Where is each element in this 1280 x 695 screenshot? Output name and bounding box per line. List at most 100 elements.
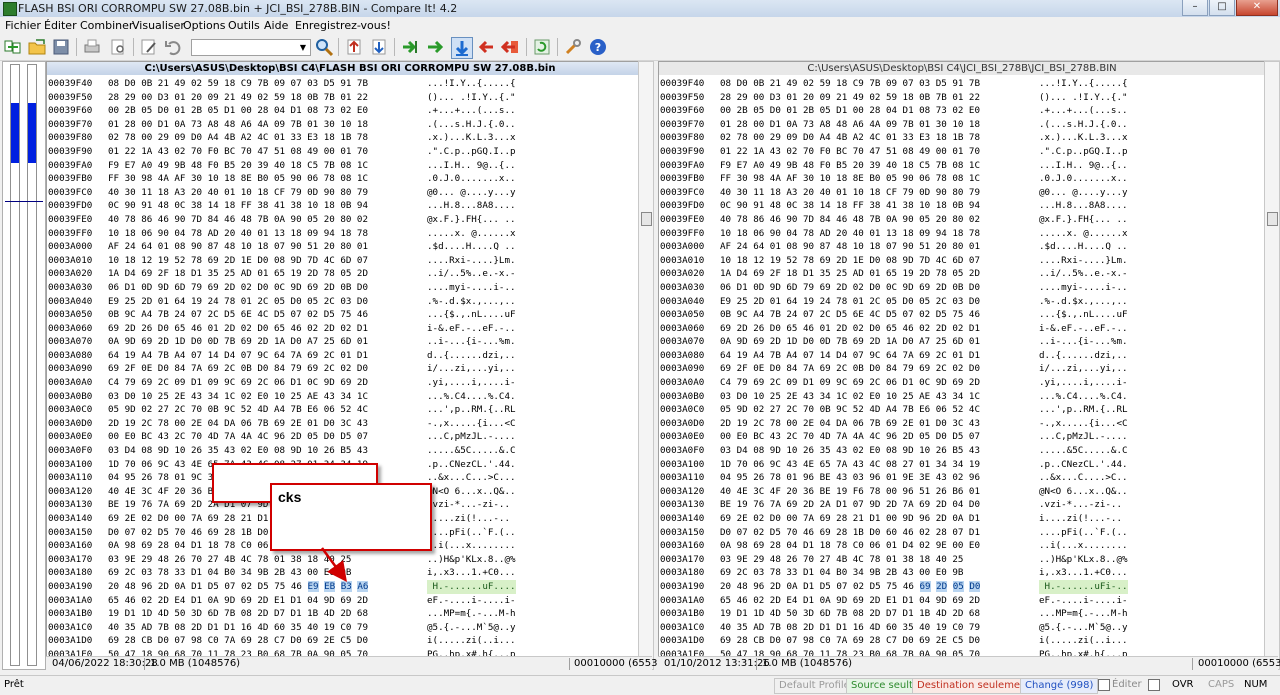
hex-row[interactable]: 0003A080 64 19 A4 7B A4 07 14 D4 07 9C 64… bbox=[47, 349, 653, 363]
hex-row[interactable]: 0003A150 D0 07 02 D5 70 46 69 28 1B D0 60… bbox=[659, 526, 1265, 540]
hex-row[interactable]: 0003A010 10 18 12 19 52 78 69 2D 1E D0 08… bbox=[47, 254, 653, 268]
hex-row[interactable]: 00039FF0 10 18 06 90 04 78 AD 20 40 01 13… bbox=[659, 227, 1265, 241]
hex-row[interactable]: 0003A190 20 48 96 2D 0A D1 D5 07 02 D5 75… bbox=[659, 579, 1265, 594]
hex-row[interactable]: 00039F70 01 28 00 D1 0A 73 A8 48 A6 4A 09… bbox=[47, 118, 653, 132]
hex-row[interactable]: 0003A090 69 2F 0E D0 84 7A 69 2C 0B D0 84… bbox=[47, 362, 653, 376]
undo-icon[interactable] bbox=[163, 37, 183, 57]
right-vertical-scrollbar[interactable] bbox=[1264, 61, 1280, 670]
edit-checkbox[interactable] bbox=[1098, 679, 1110, 691]
hex-row[interactable]: 0003A0C0 05 9D 02 27 2C 70 0B 9C 52 4D A4… bbox=[47, 403, 653, 417]
left-scroll-thumb[interactable] bbox=[641, 212, 652, 226]
hex-row[interactable]: 0003A000 AF 24 64 01 08 90 87 48 10 18 07… bbox=[47, 240, 653, 254]
hex-row[interactable]: 0003A0D0 2D 19 2C 78 00 2E 04 DA 06 7B 69… bbox=[47, 417, 653, 431]
diff-overview[interactable] bbox=[2, 61, 46, 670]
hex-row[interactable]: 00039FA0 F9 E7 A0 49 9B 48 F0 B5 20 39 40… bbox=[659, 159, 1265, 173]
tools-icon[interactable] bbox=[563, 37, 583, 57]
hex-row[interactable]: 0003A0B0 03 D0 10 25 2E 43 34 1C 02 E0 10… bbox=[47, 390, 653, 404]
menu-visualiser[interactable]: Visualiser bbox=[132, 19, 185, 32]
hex-row[interactable]: 0003A190 20 48 96 2D 0A D1 D5 07 02 D5 75… bbox=[47, 579, 653, 594]
hex-row[interactable]: 0003A0B0 03 D0 10 25 2E 43 34 1C 02 E0 10… bbox=[659, 390, 1265, 404]
help-icon[interactable]: ? bbox=[588, 37, 608, 57]
hex-row[interactable]: 0003A0E0 00 E0 BC 43 2C 70 4D 7A 4A 4C 96… bbox=[659, 430, 1265, 444]
hex-row[interactable]: 0003A170 03 9E 29 48 26 70 27 4B 4C 78 01… bbox=[47, 553, 653, 567]
hex-row[interactable]: 00039F40 08 D0 0B 21 49 02 59 18 C9 7B 09… bbox=[659, 77, 1265, 91]
hex-row[interactable]: 00039F40 08 D0 0B 21 49 02 59 18 C9 7B 09… bbox=[47, 77, 653, 91]
hex-row[interactable]: 0003A010 10 18 12 19 52 78 69 2D 1E D0 08… bbox=[659, 254, 1265, 268]
hex-row[interactable]: 00039FC0 40 30 11 18 A3 20 40 01 10 18 CF… bbox=[659, 186, 1265, 200]
hex-row[interactable]: 00039F80 02 78 00 29 09 D0 A4 4B A2 4C 01… bbox=[47, 131, 653, 145]
hex-row[interactable]: 0003A110 04 95 26 78 01 96 BE 43 03 96 01… bbox=[659, 471, 1265, 485]
hex-row[interactable]: 0003A0D0 2D 19 2C 78 00 2E 04 DA 06 7B 69… bbox=[659, 417, 1265, 431]
prev-diff-icon[interactable] bbox=[400, 37, 420, 57]
hex-row[interactable]: 0003A1B0 19 D1 1D 4D 50 3D 6D 7B 08 2D D7… bbox=[47, 607, 653, 621]
menu-combiner[interactable]: Combiner bbox=[80, 19, 133, 32]
hex-row[interactable]: 0003A0F0 03 D4 08 9D 10 26 35 43 02 E0 08… bbox=[47, 444, 653, 458]
menu-options[interactable]: Options bbox=[183, 19, 225, 32]
minimize-button[interactable]: – bbox=[1182, 0, 1208, 16]
close-button[interactable]: ✕ bbox=[1236, 0, 1278, 16]
hex-row[interactable]: 00039F50 28 29 00 D3 01 20 09 21 49 02 59… bbox=[659, 91, 1265, 105]
hex-row[interactable]: 0003A100 1D 70 06 9C 43 4E 65 7A 43 4C 08… bbox=[659, 458, 1265, 472]
hex-row[interactable]: 0003A0F0 03 D4 08 9D 10 26 35 43 02 E0 08… bbox=[659, 444, 1265, 458]
hex-row[interactable]: 0003A1D0 69 28 CB D0 07 98 C0 7A 69 28 C7… bbox=[659, 634, 1265, 648]
hex-row[interactable]: 0003A0A0 C4 79 69 2C 09 D1 09 9C 69 2C 06… bbox=[47, 376, 653, 390]
hex-row[interactable]: 00039FD0 0C 90 91 48 0C 38 14 18 FF 38 41… bbox=[47, 199, 653, 213]
next-diff-icon[interactable] bbox=[425, 37, 445, 57]
left-hex-pane[interactable]: C:\Users\ASUS\Desktop\BSI C4\FLASH BSI O… bbox=[46, 61, 654, 670]
hex-row[interactable]: 0003A1B0 19 D1 1D 4D 50 3D 6D 7B 08 2D D7… bbox=[659, 607, 1265, 621]
hex-row[interactable]: 0003A000 AF 24 64 01 08 90 87 48 10 18 07… bbox=[659, 240, 1265, 254]
hex-row[interactable]: 0003A130 BE 19 76 7A 69 2D 2A D1 07 9D 2D… bbox=[659, 498, 1265, 512]
hex-row[interactable]: 0003A180 69 2C 03 78 33 D1 04 B0 34 9B 2B… bbox=[659, 566, 1265, 580]
hex-row[interactable]: 0003A170 03 9E 29 48 26 70 27 4B 4C 78 01… bbox=[659, 553, 1265, 567]
hex-row[interactable]: 0003A020 1A D4 69 2F 18 D1 35 25 AD 01 65… bbox=[659, 267, 1265, 281]
hex-row[interactable]: 00039FA0 F9 E7 A0 49 9B 48 F0 B5 20 39 40… bbox=[47, 159, 653, 173]
save-icon[interactable] bbox=[51, 37, 71, 57]
hex-row[interactable]: 0003A0E0 00 E0 BC 43 2C 70 4D 7A 4A 4C 96… bbox=[47, 430, 653, 444]
hex-row[interactable]: 00039FE0 40 78 86 46 90 7D 84 46 48 7B 0A… bbox=[47, 213, 653, 227]
open-folder-icon[interactable] bbox=[27, 37, 47, 57]
hex-row[interactable]: 00039FE0 40 78 86 46 90 7D 84 46 48 7B 0A… bbox=[659, 213, 1265, 227]
chevron-down-icon[interactable]: ▼ bbox=[296, 40, 310, 55]
edit-icon[interactable] bbox=[139, 37, 159, 57]
hex-row[interactable]: 00039FD0 0C 90 91 48 0C 38 14 18 FF 38 41… bbox=[659, 199, 1265, 213]
hex-row[interactable]: 0003A060 69 2D 26 D0 65 46 01 2D 02 D0 65… bbox=[47, 322, 653, 336]
hex-row[interactable]: 00039F90 01 22 1A 43 02 70 F0 BC 70 47 51… bbox=[47, 145, 653, 159]
right-hex-pane[interactable]: C:\Users\ASUS\Desktop\BSI C4\JCI_BSI_278… bbox=[658, 61, 1266, 670]
hex-row[interactable]: 0003A160 0A 98 69 28 04 D1 18 78 C0 06 01… bbox=[659, 539, 1265, 553]
copy-to-right-icon[interactable] bbox=[501, 37, 521, 57]
menu-aide[interactable]: Aide bbox=[264, 19, 288, 32]
maximize-button[interactable]: □ bbox=[1209, 0, 1235, 16]
hex-row[interactable]: 0003A030 06 D1 0D 9D 6D 79 69 2D 02 D0 0C… bbox=[47, 281, 653, 295]
ovr-checkbox[interactable] bbox=[1148, 679, 1160, 691]
hex-row[interactable]: 0003A040 E9 25 2D 01 64 19 24 78 01 2C 05… bbox=[47, 295, 653, 309]
hex-row[interactable]: 0003A090 69 2F 0E D0 84 7A 69 2C 0B D0 84… bbox=[659, 362, 1265, 376]
hex-row[interactable]: 00039F50 28 29 00 D3 01 20 09 21 49 02 59… bbox=[47, 91, 653, 105]
menu-outils[interactable]: Outils bbox=[228, 19, 260, 32]
hex-row[interactable]: 0003A1A0 65 46 02 2D E4 D1 0A 9D 69 2D E1… bbox=[47, 594, 653, 608]
hex-row[interactable]: 0003A030 06 D1 0D 9D 6D 79 69 2D 02 D0 0C… bbox=[659, 281, 1265, 295]
copy-to-left-icon[interactable] bbox=[476, 37, 496, 57]
left-vertical-scrollbar[interactable] bbox=[638, 61, 654, 670]
print-icon[interactable] bbox=[82, 37, 102, 57]
hex-row[interactable]: 0003A060 69 2D 26 D0 65 46 01 2D 02 D0 65… bbox=[659, 322, 1265, 336]
hex-row[interactable]: 00039FB0 FF 30 98 4A AF 30 10 18 8E B0 05… bbox=[659, 172, 1265, 186]
hex-row[interactable]: 0003A1C0 40 35 AD 7B 08 2D D1 D1 16 4D 60… bbox=[659, 621, 1265, 635]
hex-row[interactable]: 00039FB0 FF 30 98 4A AF 30 10 18 8E B0 05… bbox=[47, 172, 653, 186]
hex-row[interactable]: 0003A1A0 65 46 02 2D E4 D1 0A 9D 69 2D E1… bbox=[659, 594, 1265, 608]
hex-row[interactable]: 0003A180 69 2C 03 78 33 D1 04 B0 34 9B 2B… bbox=[47, 566, 653, 580]
hex-row[interactable]: 0003A040 E9 25 2D 01 64 19 24 78 01 2C 05… bbox=[659, 295, 1265, 309]
compare-files-icon[interactable] bbox=[3, 37, 23, 57]
search-combo[interactable]: ▼ bbox=[191, 39, 311, 56]
hex-row[interactable]: 00039F90 01 22 1A 43 02 70 F0 BC 70 47 51… bbox=[659, 145, 1265, 159]
right-scroll-thumb[interactable] bbox=[1267, 212, 1278, 226]
search-icon[interactable] bbox=[314, 37, 334, 57]
hex-row[interactable]: 0003A080 64 19 A4 7B A4 07 14 D4 07 9C 64… bbox=[659, 349, 1265, 363]
hex-row[interactable]: 0003A0C0 05 9D 02 27 2C 70 0B 9C 52 4D A4… bbox=[659, 403, 1265, 417]
menu-register[interactable]: Enregistrez-vous! bbox=[295, 19, 391, 32]
first-diff-icon[interactable] bbox=[344, 37, 364, 57]
hex-row[interactable]: 00039F70 01 28 00 D1 0A 73 A8 48 A6 4A 09… bbox=[659, 118, 1265, 132]
hex-row[interactable]: 0003A050 0B 9C A4 7B 24 07 2C D5 6E 4C D5… bbox=[659, 308, 1265, 322]
hex-row[interactable]: 00039FC0 40 30 11 18 A3 20 40 01 10 18 CF… bbox=[47, 186, 653, 200]
next-change-icon[interactable] bbox=[451, 37, 473, 59]
last-diff-icon[interactable] bbox=[369, 37, 389, 57]
